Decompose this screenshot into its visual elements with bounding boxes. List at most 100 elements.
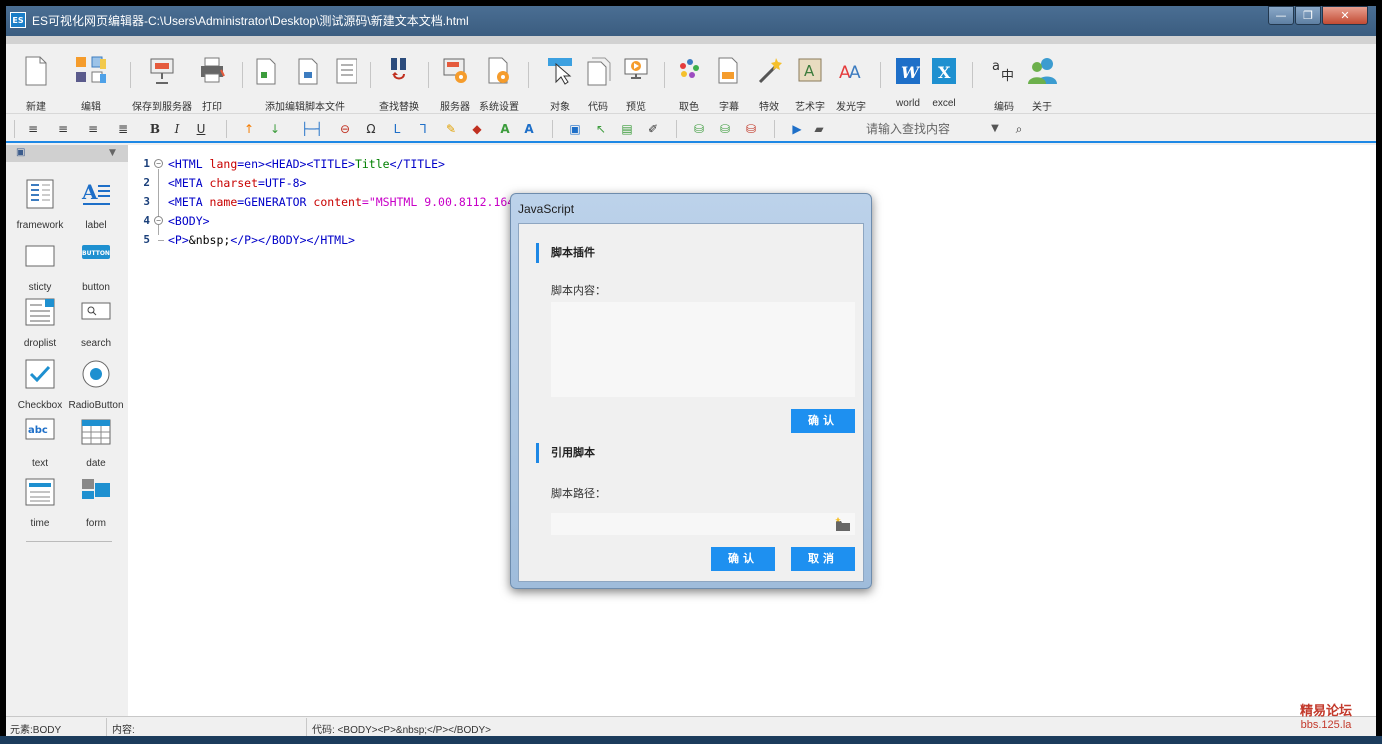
- new-button[interactable]: 新建: [16, 44, 56, 114]
- run-icon[interactable]: ▶: [788, 120, 806, 138]
- database-icon[interactable]: ⛁: [690, 120, 708, 138]
- component-date[interactable]: date: [66, 417, 126, 469]
- minimize-button[interactable]: —: [1268, 6, 1294, 25]
- component-button[interactable]: BUTTON button: [66, 241, 126, 293]
- search-icon[interactable]: ⌕: [1010, 120, 1028, 138]
- word-button[interactable]: W world: [890, 44, 926, 114]
- confirm-path-button[interactable]: 确认: [711, 547, 775, 571]
- confirm-content-button[interactable]: 确认: [791, 409, 855, 433]
- printer-icon: [201, 57, 225, 83]
- status-divider: [306, 718, 307, 736]
- component-form[interactable]: form: [66, 477, 126, 529]
- settings-gear-icon: [488, 57, 509, 84]
- component-droplist[interactable]: droplist: [10, 297, 70, 349]
- highlight-color-icon[interactable]: ✎: [442, 120, 460, 138]
- fold-marker-icon[interactable]: −: [154, 216, 163, 225]
- glow-text-button[interactable]: AA 发光字: [830, 44, 872, 114]
- art-text-button[interactable]: A 艺术字: [790, 44, 830, 114]
- bold-icon[interactable]: B: [146, 120, 164, 138]
- code-button[interactable]: 代码: [580, 44, 616, 114]
- edit-button[interactable]: 编辑: [66, 44, 116, 114]
- component-time[interactable]: time: [10, 477, 70, 529]
- insert-table-icon[interactable]: ▣: [566, 120, 584, 138]
- component-framework[interactable]: framework: [10, 179, 70, 231]
- database-sync-icon[interactable]: ⛁: [716, 120, 734, 138]
- font-style-icon[interactable]: A: [520, 120, 538, 138]
- database-delete-icon[interactable]: ⛁: [742, 120, 760, 138]
- fold-marker-icon[interactable]: −: [154, 159, 163, 168]
- component-search[interactable]: search: [66, 297, 126, 349]
- pick-color-button[interactable]: 取色: [670, 44, 708, 114]
- move-up-icon[interactable]: ↑: [240, 120, 258, 138]
- add-edit-script-button[interactable]: 添加编辑脚本文件: [250, 44, 360, 114]
- outdent-icon[interactable]: ᒣ: [414, 120, 432, 138]
- status-element: 元素:BODY: [10, 725, 62, 736]
- component-sticty[interactable]: sticty: [10, 241, 70, 293]
- move-down-icon[interactable]: ↓: [266, 120, 284, 138]
- excel-button[interactable]: X excel: [926, 44, 962, 114]
- print-button[interactable]: 打印: [194, 44, 230, 114]
- status-code: 代码: <BODY><P>&nbsp;</P></BODY>: [312, 725, 491, 736]
- component-text[interactable]: abc text: [10, 417, 70, 469]
- save-server-button[interactable]: 保存到服务器: [130, 44, 194, 114]
- effects-button[interactable]: 特效: [750, 44, 788, 114]
- page-icon[interactable]: ▤: [618, 120, 636, 138]
- search-input[interactable]: 请输入查找内容: [856, 119, 1006, 139]
- svg-text:A: A: [849, 63, 861, 83]
- preview-play-icon: [624, 58, 648, 79]
- add-edit-script-label: 添加编辑脚本文件: [265, 102, 345, 113]
- script-path-input[interactable]: [551, 513, 855, 535]
- delete-element-icon[interactable]: ⊖: [336, 120, 354, 138]
- fill-color-icon[interactable]: ◆: [468, 120, 486, 138]
- find-replace-button[interactable]: 查找替换: [374, 44, 424, 114]
- code-line-2: <META charset=UTF-8>: [168, 176, 307, 190]
- select-cursor-icon[interactable]: ↖: [592, 120, 610, 138]
- subtitle-button[interactable]: 字幕: [710, 44, 748, 114]
- binoculars-icon: [391, 58, 406, 80]
- component-checkbox[interactable]: Checkbox: [10, 359, 70, 411]
- omega-symbol-icon[interactable]: Ω: [362, 120, 380, 138]
- about-button[interactable]: 关于: [1022, 44, 1062, 114]
- preview-button[interactable]: 预览: [616, 44, 656, 114]
- device-icon[interactable]: ▰: [810, 120, 828, 138]
- component-radiobutton[interactable]: RadioButton: [66, 359, 126, 411]
- toolbar-separator: [528, 62, 529, 88]
- align-left-icon[interactable]: ≡: [24, 120, 42, 138]
- script-content-textarea[interactable]: [551, 302, 855, 397]
- browse-folder-icon[interactable]: [835, 516, 851, 532]
- watermark: 精易论坛 bbs.125.la: [1300, 703, 1353, 732]
- glow-text-icon: AA: [839, 63, 861, 83]
- horizontal-rule-icon[interactable]: ├─┤: [298, 120, 326, 138]
- font-color-icon[interactable]: A: [496, 120, 514, 138]
- indent-icon[interactable]: ᒪ: [388, 120, 406, 138]
- align-center-icon[interactable]: ≡: [54, 120, 72, 138]
- close-button[interactable]: ✕: [1322, 6, 1368, 25]
- edit-page-icon[interactable]: ✐: [644, 120, 662, 138]
- svg-text:X: X: [938, 63, 951, 82]
- toolbar-separator: [972, 62, 973, 88]
- button-icon: BUTTON: [82, 245, 110, 259]
- underline-icon[interactable]: U: [192, 120, 210, 138]
- component-label[interactable]: A label: [66, 179, 126, 231]
- settings-button[interactable]: 系统设置: [476, 44, 522, 114]
- search-dropdown-icon[interactable]: ▼: [986, 120, 1004, 138]
- align-right-icon[interactable]: ≡: [84, 120, 102, 138]
- menu-strip: [6, 36, 1376, 44]
- server-label: 服务器: [440, 102, 470, 113]
- line-number: 4: [143, 214, 150, 227]
- italic-icon[interactable]: I: [168, 120, 186, 138]
- text-icon: abc: [25, 418, 55, 440]
- color-palette-icon: [680, 59, 699, 78]
- justify-icon[interactable]: ≣: [114, 120, 132, 138]
- sidebar-collapse-icon[interactable]: ▼: [109, 148, 116, 158]
- art-text-label: 艺术字: [795, 102, 825, 113]
- taskbar: [0, 736, 1382, 744]
- search-box-icon: [81, 302, 111, 320]
- encoding-button[interactable]: a中 编码: [984, 44, 1024, 114]
- cancel-button[interactable]: 取消: [791, 547, 855, 571]
- date-icon: [81, 419, 111, 445]
- object-button[interactable]: 对象: [540, 44, 580, 114]
- word-label: world: [896, 98, 920, 109]
- server-button[interactable]: 服务器: [434, 44, 476, 114]
- maximize-button[interactable]: ❐: [1295, 6, 1321, 25]
